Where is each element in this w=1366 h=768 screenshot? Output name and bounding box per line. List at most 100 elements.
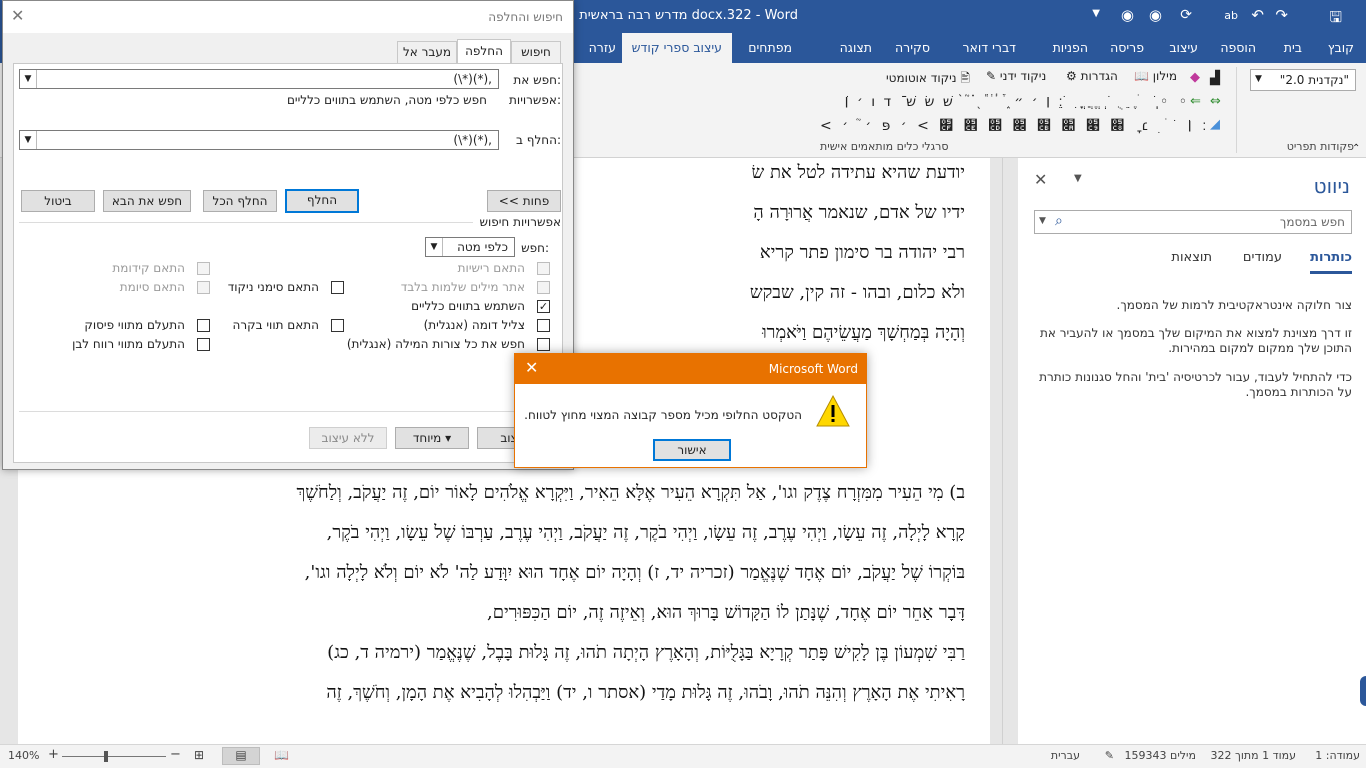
close-icon[interactable]: ✕ [525,358,538,377]
tab-developer[interactable]: מפתחים [748,33,792,63]
collapse-ribbon-icon[interactable]: ⌃ [1352,143,1360,154]
tab-home[interactable]: בית [1284,33,1302,63]
doc-line-8: בּוֹקְרוֹ שֶׁל יַעֲקֹב, יוֹם אֶחָד שֶׁנֶ… [304,562,965,583]
redo-icon[interactable]: ↷ [1275,6,1288,24]
search-direction-select[interactable]: ▼ כלפי מטה [425,237,515,257]
tab-replace[interactable]: החלפה [457,39,511,64]
replace-input[interactable]: ▼ (\*)(*), [19,130,499,150]
status-page[interactable]: עמוד 1 מתוך 322 [1211,749,1296,762]
eraser-blue-icon[interactable]: ◢ [1210,117,1220,132]
special-button[interactable]: מיוחד ▾ [395,427,469,449]
ignore-space-checkbox[interactable] [197,338,210,351]
chevron-down-icon: ▼ [1255,74,1262,84]
match-case-checkbox[interactable] [537,262,550,275]
tab-design[interactable]: עיצוב [1169,33,1198,63]
zoom-in-icon[interactable]: + [48,747,59,762]
chevron-down-icon[interactable]: ▼ [1074,173,1082,184]
find-next-button[interactable]: חפש את הבא [103,190,191,212]
match-suffix-checkbox[interactable] [197,281,210,294]
auto-nikud-icon: 🖹 [960,71,971,85]
cancel-button[interactable]: ביטול [21,190,95,212]
less-button[interactable]: << פחות [487,190,561,212]
no-formatting-button[interactable]: ללא עיצוב [309,427,387,449]
save-icon[interactable]: 🖫 [1329,7,1342,32]
zoom-out-icon[interactable]: − [170,747,181,762]
wildcards-checkbox[interactable]: ✓ [537,300,550,313]
ignore-punct-checkbox[interactable] [197,319,210,332]
tab-goto[interactable]: מעבר אל [397,41,457,63]
side-tab[interactable] [1360,676,1366,706]
match-diacritics-checkbox[interactable] [331,281,344,294]
proofing-icon[interactable]: ✎ [1105,749,1114,762]
group-divider [1236,67,1237,153]
status-zoom[interactable]: 140% [8,749,39,762]
nav-tab-results[interactable]: תוצאות [1171,250,1212,265]
zoom-slider-thumb[interactable] [104,751,108,762]
all-word-forms-checkbox[interactable] [537,338,550,351]
search-icon[interactable]: ⌕ [1055,213,1063,229]
chevron-down-icon-2[interactable]: ▼ [1039,216,1046,226]
close-icon[interactable]: ✕ [1034,170,1047,189]
nav-tab-pages[interactable]: עמודים [1243,250,1282,265]
doc-line-9: דָּבָר אַחֵר יוֹם אֶחָד, שֶׁנָּתַן לוֹ ה… [486,602,965,623]
tab-find[interactable]: חיפוש [511,41,561,63]
sounds-like-checkbox[interactable] [537,319,550,332]
match-suffix-label: התאם סיומת [119,280,185,294]
auto-nikud-label: ניקוד אוטומטי [886,71,957,85]
tab-references[interactable]: הפניות [1053,33,1088,63]
doc-line-4: ולא כלום, ובהו - זה קין, שבקש [749,282,965,303]
dictionary-button[interactable]: 📖 מילון [1134,69,1177,83]
circle-icon-2[interactable]: ◉ [1121,6,1134,24]
status-words[interactable]: 159343 מילים [1125,749,1196,762]
tab-holy-books-design[interactable]: עיצוב ספרי קודש [621,33,732,63]
tab-insert[interactable]: הוספה [1220,33,1256,63]
group-label-custom-toolbars: סרגלי כלים מותאמים אישית [820,140,949,153]
manual-nikud-label: ניקוד ידני [999,69,1047,83]
auto-nikud-button[interactable]: ניקוד אוטומטי 🖹 [886,69,970,90]
status-language[interactable]: עברית [1051,749,1080,762]
chevron-down-icon-3[interactable]: ▼ [426,238,443,256]
nav-paragraph-2: זו דרך מצוינת למצוא את המיקום שלך במסמך … [1040,326,1352,355]
vertical-scrollbar[interactable] [1002,158,1018,744]
chevron-down-icon-2[interactable]: ▼ [20,131,37,149]
zoom-slider[interactable] [62,751,166,762]
chevron-down-icon[interactable]: ▼ [20,70,37,88]
autocorrect-icon[interactable]: ⟳ [1180,7,1192,23]
doc-line-5: וְהָיָה בְּמַחְשָׁךְ מַעֲשֵׂיהֶם וַיֹּאמ… [762,322,965,343]
read-mode-icon[interactable]: 📖 [274,748,289,762]
ok-button[interactable]: אישור [653,439,731,461]
close-icon[interactable]: ✕ [11,6,24,25]
symbol-row-3[interactable]: < ׃ ׀ ׁ ׂ ׄ ׅ ׆ ׇ ׈ ׉ ׊ ׋ ׌ ׍ ׎ ׏ > ׳ פּ… [820,117,1209,134]
toolbar-tool-icon[interactable]: ▟ [1210,71,1220,86]
eraser-icon[interactable]: ◆ [1190,70,1200,85]
style-dropdown[interactable]: "נקדנית 2.0" ▼ [1250,69,1356,91]
undo-icon[interactable]: ↶ [1251,6,1264,24]
text-effects-icon[interactable]: ab [1224,9,1238,22]
alert-message: הטקסט החלופי מכיל מספר קבוצה המצוי מחוץ … [524,408,802,422]
replace-button[interactable]: החלף [285,189,359,213]
match-control-checkbox[interactable] [331,319,344,332]
web-layout-icon[interactable]: ⊞ [194,748,204,762]
whole-words-checkbox[interactable] [537,281,550,294]
qat-dropdown-icon[interactable]: ▼ [1092,8,1100,19]
circle-icon[interactable]: ◉ [1149,6,1162,24]
nav-tab-headings[interactable]: כותרות [1310,250,1352,274]
settings-button[interactable]: ⚙ הגדרות [1066,69,1118,83]
print-layout-icon[interactable]: ▤ [222,747,260,765]
nav-search-box[interactable]: חפש במסמך ⌕ ▼ [1034,210,1352,234]
tab-help[interactable]: עזרה [589,33,616,63]
symbol-row-2[interactable]: ◦ ◦ ֽ ׁ ׄ ֶ ֵ ֻ ֹ ְ ֱ ֲ ֳ ִ ֺ ֵ [848,93,1190,110]
warning-icon [816,394,850,428]
replace-all-button[interactable]: החלף הכל [203,190,277,212]
arrows-icon[interactable]: ⇔ [1210,94,1221,109]
manual-nikud-button[interactable]: ✎ ניקוד ידני [986,69,1046,83]
find-input[interactable]: ▼ (\*)(*), [19,69,499,89]
tab-mailings[interactable]: דברי דואר [962,33,1016,63]
tab-view[interactable]: תצוגה [840,33,872,63]
window-title: מדרש רבה בראשית docx.322 - Word [579,8,798,23]
tab-review[interactable]: סקירה [895,33,930,63]
tab-layout[interactable]: פריסה [1110,33,1144,63]
arrow-left-icon[interactable]: ⇐ [1190,94,1201,109]
tab-file[interactable]: קובץ [1328,33,1354,63]
match-prefix-checkbox[interactable] [197,262,210,275]
